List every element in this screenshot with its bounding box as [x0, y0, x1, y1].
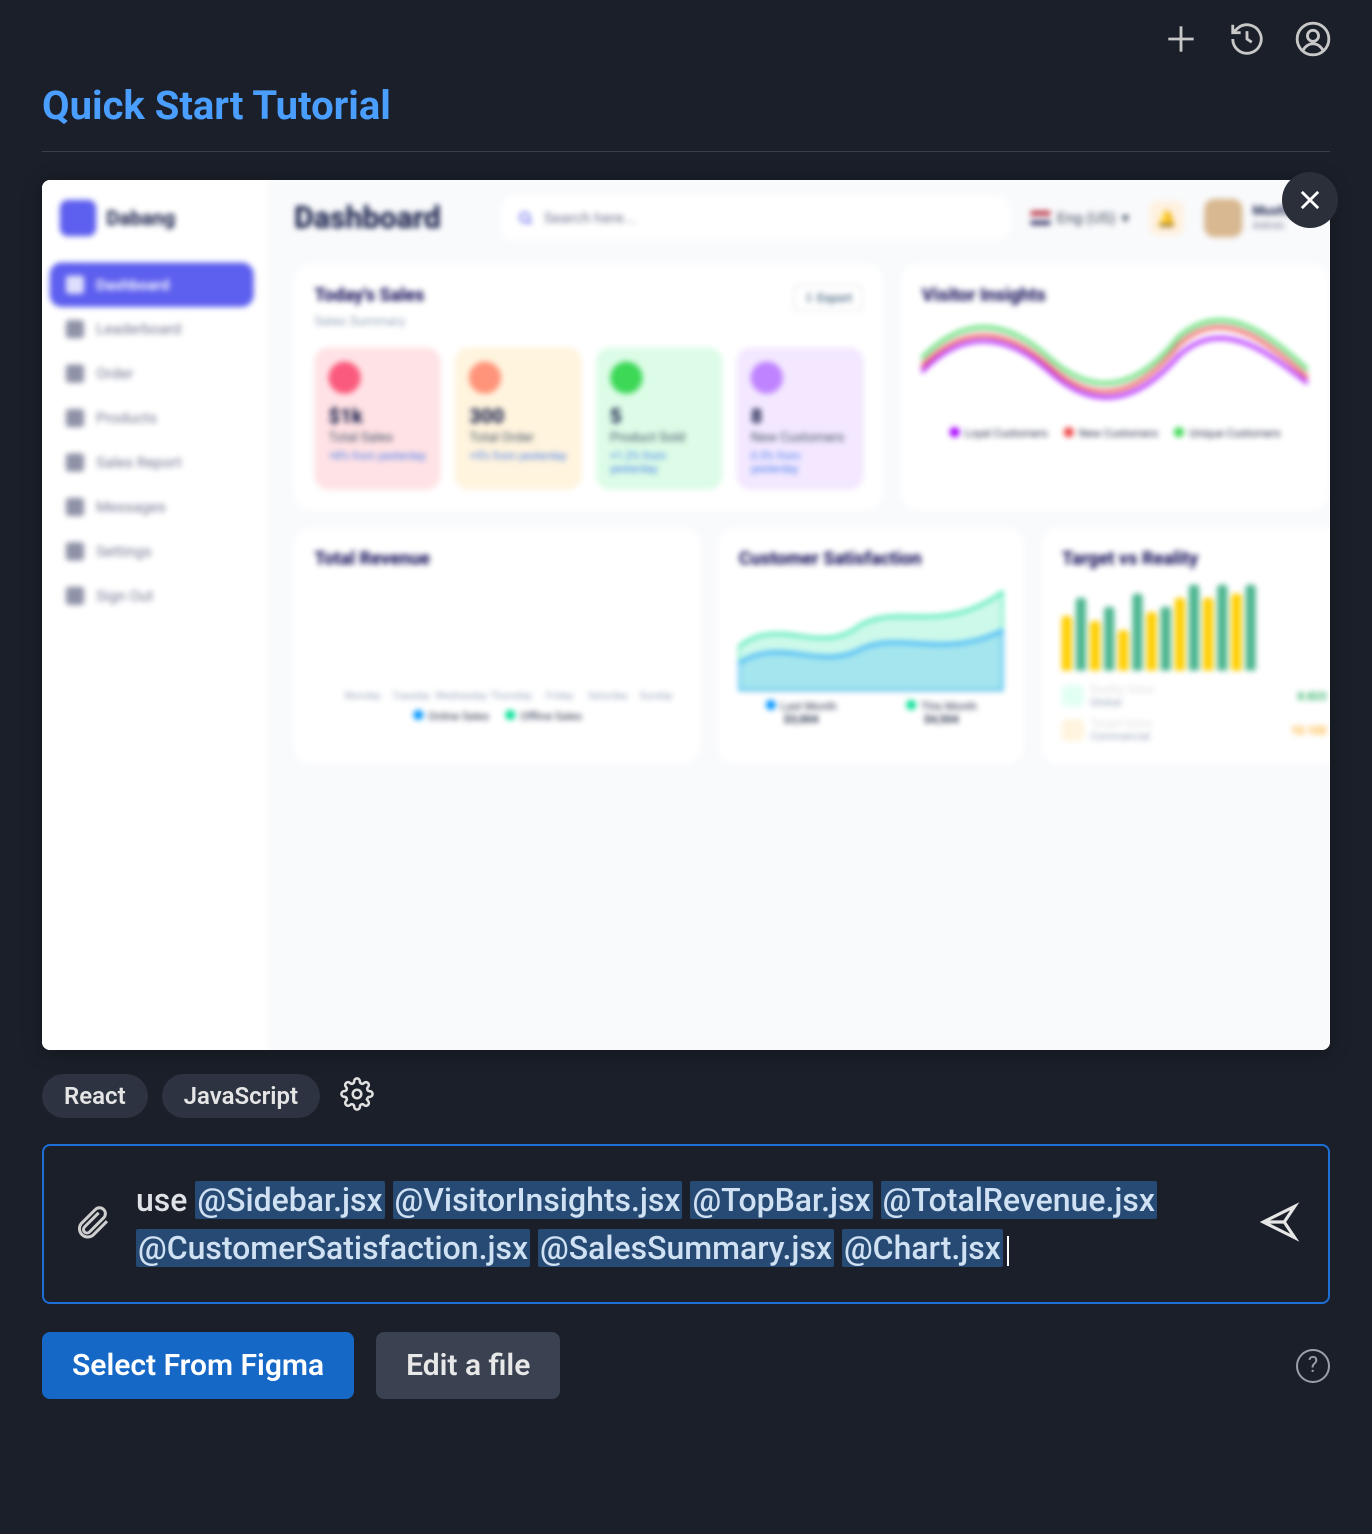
search-box: Search here...	[501, 196, 1010, 240]
dashboard-preview: Dabang Dashboard Leaderboard Order Produ…	[42, 180, 1330, 1050]
preview-main: Dashboard Search here... Eng (US) ▾ 🔔 Mu…	[268, 180, 1330, 1050]
prompt-input[interactable]: use @Sidebar.jsx @VisitorInsights.jsx @T…	[42, 1144, 1330, 1304]
sidebar-item-sign-out: Sign Out	[50, 574, 254, 618]
framework-tag[interactable]: React	[42, 1074, 148, 1118]
sidebar-item-dashboard: Dashboard	[50, 263, 254, 307]
stat-total-sales: $1kTotal Sales+8% from yesterday	[314, 348, 441, 490]
settings-icon[interactable]	[340, 1077, 374, 1115]
sidebar-item-settings: Settings	[50, 529, 254, 573]
stat-product-sold: 5Product Sold+1.2% from yesterday	[596, 348, 723, 490]
visitor-insights-card: Visitor Insights Loyal Customers	[902, 265, 1329, 511]
dashboard-heading: Dashboard	[294, 200, 441, 235]
sidebar-item-order: Order	[50, 351, 254, 395]
customer-satisfaction-card: Customer Satisfaction Last Month$3,004 T…	[719, 528, 1024, 763]
close-button[interactable]	[1282, 172, 1338, 228]
target-vs-reality-card: Target vs Reality Re	[1042, 528, 1330, 763]
add-icon[interactable]	[1162, 20, 1200, 62]
page-title: Quick Start Tutorial	[42, 82, 1330, 152]
stat-new-customers: 8New Customers0.5% from yesterday	[737, 348, 864, 490]
total-revenue-card: Total Revenue Monday	[294, 528, 700, 763]
brand-name: Dabang	[106, 206, 175, 230]
language-selector: Eng (US) ▾	[1031, 209, 1129, 227]
history-icon[interactable]	[1228, 20, 1266, 62]
attach-icon[interactable]	[72, 1202, 112, 1246]
preview-sidebar: Dabang Dashboard Leaderboard Order Produ…	[42, 180, 268, 1050]
brand-logo-icon	[60, 200, 96, 236]
sidebar-item-products: Products	[50, 396, 254, 440]
export-button: ⇩ Export	[793, 285, 863, 311]
account-icon[interactable]	[1294, 20, 1332, 62]
avatar	[1204, 199, 1242, 237]
sidebar-item-messages: Messages	[50, 485, 254, 529]
language-tag[interactable]: JavaScript	[162, 1074, 320, 1118]
sidebar-item-leaderboard: Leaderboard	[50, 307, 254, 351]
send-icon[interactable]	[1258, 1201, 1300, 1247]
stat-total-order: 300Total Order+5% from yesterday	[455, 348, 582, 490]
sidebar-item-sales-report: Sales Report	[50, 440, 254, 484]
help-icon[interactable]: ?	[1296, 1349, 1330, 1383]
edit-file-button[interactable]: Edit a file	[376, 1332, 560, 1399]
notification-icon: 🔔	[1149, 201, 1183, 235]
select-from-figma-button[interactable]: Select From Figma	[42, 1332, 354, 1399]
prompt-text: use @Sidebar.jsx @VisitorInsights.jsx @T…	[136, 1176, 1234, 1272]
todays-sales-card: ⇩ Export Today's Sales Sales Summary $1k…	[294, 265, 883, 511]
